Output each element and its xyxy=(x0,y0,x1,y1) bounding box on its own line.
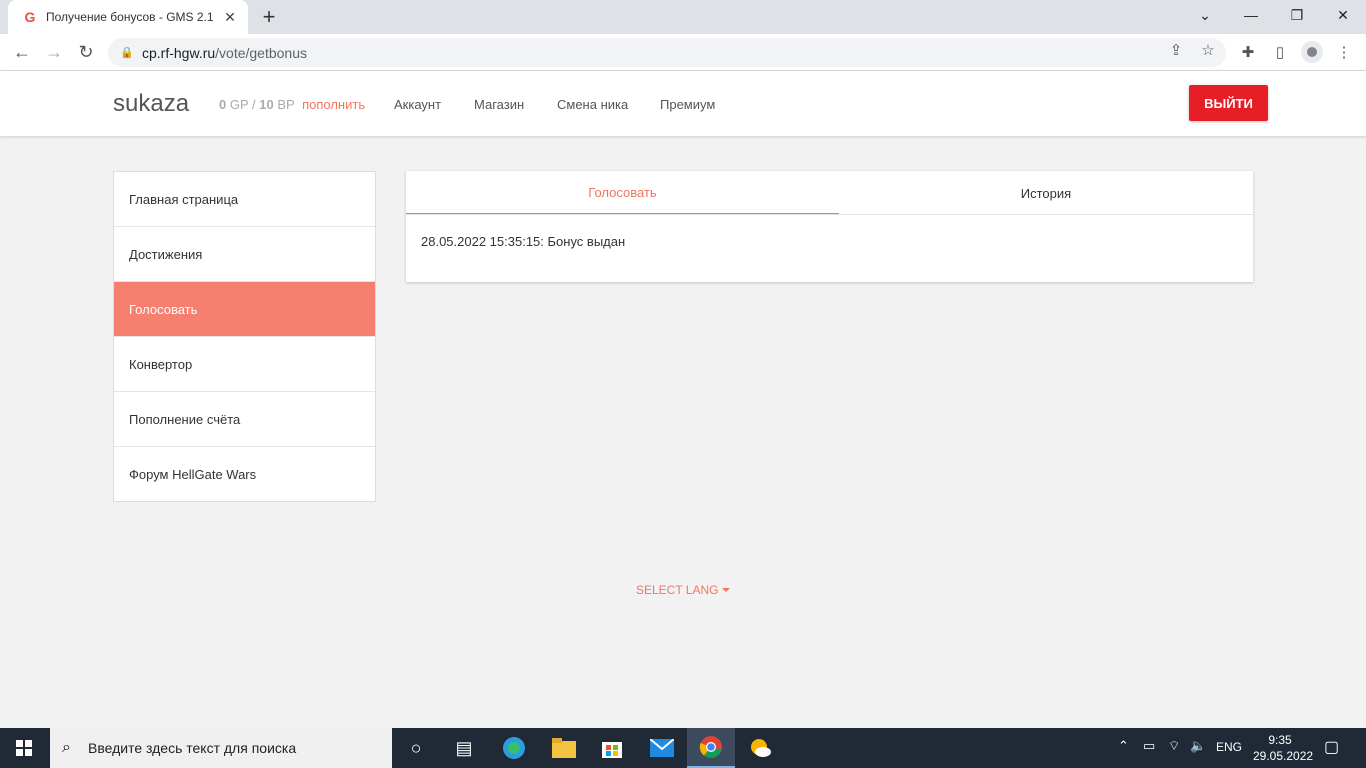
browser-tabstrip: G Получение бонусов - GMS 2.1 ✕ + ⌄ — ❐ … xyxy=(0,0,1366,34)
tab-history[interactable]: История xyxy=(839,171,1253,215)
sidebar-item-topup[interactable]: Пополнение счёта xyxy=(114,392,375,447)
sidebar-item-vote[interactable]: Голосовать xyxy=(114,282,375,337)
bp-value: 10 xyxy=(259,97,274,112)
clock-time: 9:35 xyxy=(1268,733,1292,747)
taskbar: ⌕ Введите здесь текст для поиска ○ ▤ ⌃ ▭… xyxy=(0,728,1366,768)
username-brand: sukaza xyxy=(113,90,190,117)
menu-icon[interactable]: ⋮ xyxy=(1332,40,1356,64)
back-icon[interactable]: ← xyxy=(10,40,34,64)
tab-title: Получение бонусов - GMS 2.1 xyxy=(46,10,214,24)
tab-search-icon[interactable]: ⌄ xyxy=(1182,0,1228,30)
bp-unit: BP xyxy=(277,97,295,112)
gp-unit: GP xyxy=(229,97,249,112)
taskbar-search[interactable]: ⌕ Введите здесь текст для поиска xyxy=(50,728,392,768)
balance-display: 0 GP / 10 BP пополнить xyxy=(219,97,366,112)
profile-avatar[interactable] xyxy=(1301,41,1323,63)
share-icon[interactable]: ⇪ xyxy=(1164,38,1188,62)
sidebar-item-achievements[interactable]: Достижения xyxy=(114,227,375,282)
volume-icon[interactable]: 🔈 xyxy=(1190,738,1206,754)
tab-vote[interactable]: Голосовать xyxy=(406,171,839,215)
bonus-message: 28.05.2022 15:35:15: Бонус выдан xyxy=(421,234,626,249)
mail-icon[interactable] xyxy=(638,728,686,768)
extensions-icon[interactable]: ✚ xyxy=(1236,40,1260,64)
nav-shop[interactable]: Магазин xyxy=(474,97,524,112)
notifications-icon[interactable]: ▢ xyxy=(1324,737,1339,757)
chevron-up-icon[interactable]: ⌃ xyxy=(1118,738,1129,754)
minimize-button[interactable]: — xyxy=(1228,0,1274,30)
new-tab-button[interactable]: + xyxy=(258,4,280,29)
chrome-icon[interactable] xyxy=(687,728,735,768)
network-icon[interactable]: ⌔ xyxy=(1168,738,1180,754)
clock[interactable]: 9:35 29.05.2022 xyxy=(1253,732,1314,764)
nav-premium[interactable]: Премиум xyxy=(660,97,715,112)
search-placeholder: Введите здесь текст для поиска xyxy=(88,740,297,756)
vote-card: Голосовать История 28.05.2022 15:35:15: … xyxy=(406,171,1253,282)
sidebar-item-converter[interactable]: Конвертор xyxy=(114,337,375,392)
nav-account[interactable]: Аккаунт xyxy=(394,97,441,112)
close-tab-icon[interactable]: ✕ xyxy=(222,9,238,25)
weather-icon[interactable] xyxy=(736,728,784,768)
site-favicon-icon: G xyxy=(24,9,36,25)
search-icon: ⌕ xyxy=(62,739,71,756)
browser-tab[interactable]: G Получение бонусов - GMS 2.1 ✕ xyxy=(8,0,248,34)
site-header: sukaza 0 GP / 10 BP пополнить Аккаунт Ма… xyxy=(0,71,1366,136)
sidebar-item-home[interactable]: Главная страница xyxy=(114,172,375,227)
url-host: cp.rf-hgw.ru xyxy=(142,44,216,61)
task-view-icon[interactable]: ▤ xyxy=(440,728,488,768)
sidebar-menu: Главная страница Достижения Голосовать К… xyxy=(113,171,376,502)
caret-down-icon xyxy=(722,588,731,592)
gp-value: 0 xyxy=(219,97,227,112)
url-path: /vote/getbonus xyxy=(215,44,307,61)
restore-button[interactable]: ❐ xyxy=(1274,0,1320,30)
select-lang-dropdown[interactable]: SELECT LANG xyxy=(636,583,731,597)
side-panel-icon[interactable]: ▯ xyxy=(1268,40,1292,64)
input-language[interactable]: ENG xyxy=(1216,740,1242,754)
logout-button[interactable]: ВЫЙТИ xyxy=(1189,85,1268,121)
edge-icon[interactable] xyxy=(490,728,538,768)
close-window-button[interactable]: ✕ xyxy=(1320,0,1366,30)
battery-icon[interactable]: ▭ xyxy=(1143,738,1155,754)
forward-icon[interactable]: → xyxy=(42,40,66,64)
select-lang-label: SELECT LANG xyxy=(636,583,719,597)
address-bar[interactable]: 🔒 cp.rf-hgw.ru/vote/getbonus xyxy=(108,38,1226,67)
nav-change-nick[interactable]: Смена ника xyxy=(557,97,628,112)
tab-divider xyxy=(406,214,1253,215)
cortana-icon[interactable]: ○ xyxy=(392,728,440,768)
reload-icon[interactable]: ↻ xyxy=(74,40,98,64)
bookmark-star-icon[interactable]: ☆ xyxy=(1196,38,1220,62)
windows-start-icon[interactable] xyxy=(0,728,48,768)
sidebar-item-forum[interactable]: Форум HellGate Wars xyxy=(114,447,375,502)
store-icon[interactable] xyxy=(588,728,636,768)
topup-link[interactable]: пополнить xyxy=(302,97,365,112)
lock-icon: 🔒 xyxy=(120,46,134,59)
clock-date: 29.05.2022 xyxy=(1253,749,1314,763)
browser-toolbar: ← → ↻ 🔒 cp.rf-hgw.ru/vote/getbonus ⇪ ☆ ✚… xyxy=(0,34,1366,71)
file-explorer-icon[interactable] xyxy=(540,728,588,768)
